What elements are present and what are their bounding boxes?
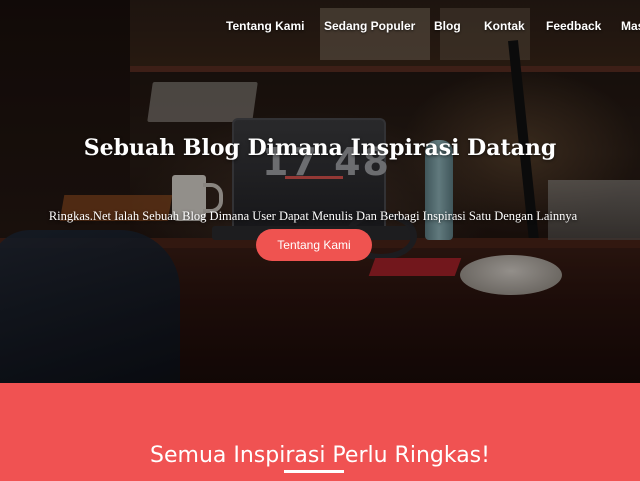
intro-heading: Semua Inspirasi Perlu Ringkas! (150, 443, 490, 469)
top-navigation: Tentang Kami Sedang Populer Blog Kontak … (0, 19, 640, 35)
hero-title: Sebuah Blog Dimana Inspirasi Datang (83, 134, 557, 161)
hero-section: 17 48 Tentang Kami Sedang Populer Blog K… (0, 0, 640, 383)
intro-section: Semua Inspirasi Perlu Ringkas! (0, 383, 640, 481)
about-us-button[interactable]: Tentang Kami (256, 229, 372, 261)
heading-underline-divider (284, 470, 344, 473)
hero-overlay (0, 0, 640, 383)
nav-link-more[interactable]: Mas (621, 19, 640, 33)
nav-link-kontak[interactable]: Kontak (484, 19, 525, 33)
nav-link-blog[interactable]: Blog (434, 19, 461, 33)
nav-link-tentang-kami[interactable]: Tentang Kami (226, 19, 304, 33)
nav-link-feedback[interactable]: Feedback (546, 19, 601, 33)
hero-subtitle: Ringkas.Net Ialah Sebuah Blog Dimana Use… (48, 208, 578, 223)
nav-link-sedang-populer[interactable]: Sedang Populer (324, 19, 415, 33)
